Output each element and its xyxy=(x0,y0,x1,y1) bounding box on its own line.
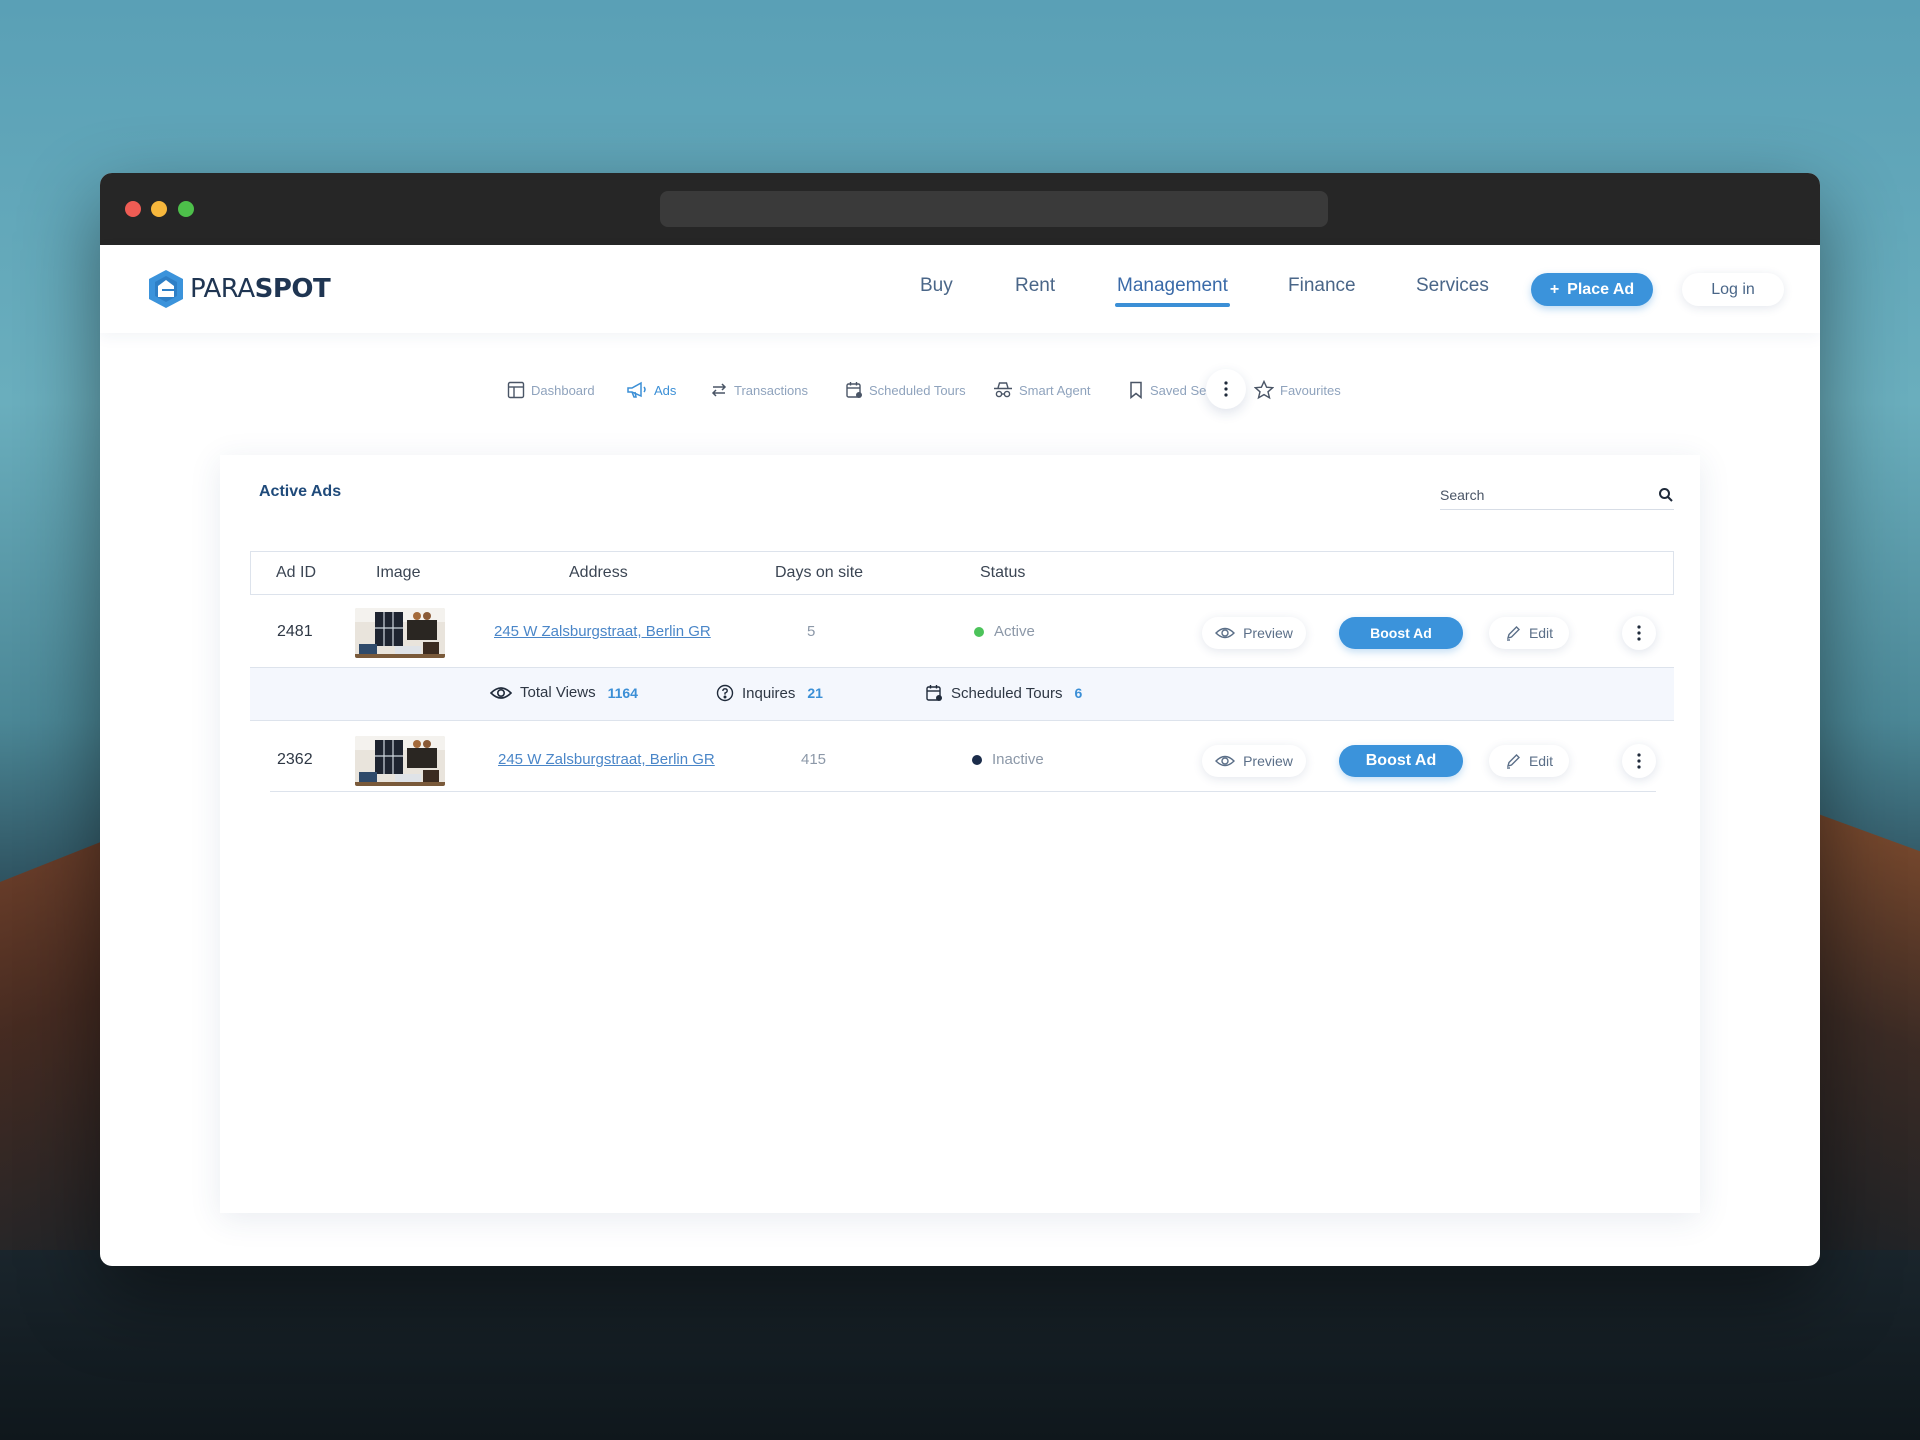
eye-icon xyxy=(1215,755,1236,767)
minimize-window-button[interactable] xyxy=(151,201,167,217)
subnav-smart-agent-label: Smart Agent xyxy=(1019,382,1091,398)
subnav-ads-label: Ads xyxy=(654,382,677,398)
edit-button[interactable]: Edit xyxy=(1489,745,1569,777)
total-views-stat: Total Views 1164 xyxy=(490,684,638,701)
header-ad-id: Ad ID xyxy=(276,564,317,581)
subnav-favourites[interactable]: Favourites xyxy=(1254,378,1341,402)
subnav-transactions-label: Transactions xyxy=(734,382,808,398)
nav-services[interactable]: Services xyxy=(1416,275,1489,297)
bookmark-icon xyxy=(1130,381,1142,399)
dashboard-icon xyxy=(507,381,525,399)
preview-button[interactable]: Preview xyxy=(1202,745,1306,777)
close-window-button[interactable] xyxy=(125,201,141,217)
preview-label: Preview xyxy=(1243,625,1293,641)
nav-management[interactable]: Management xyxy=(1115,275,1230,307)
calendar-check-icon xyxy=(846,382,862,398)
edit-button[interactable]: Edit xyxy=(1489,617,1569,649)
nav-buy[interactable]: Buy xyxy=(920,275,953,297)
place-ad-button[interactable]: + Place Ad xyxy=(1531,273,1653,306)
status-label: Inactive xyxy=(992,751,1044,768)
pencil-icon xyxy=(1506,626,1520,641)
inquires-label: Inquires xyxy=(742,684,796,702)
header-image: Image xyxy=(376,564,421,581)
status-dot-active xyxy=(974,626,984,637)
kebab-menu-icon xyxy=(1637,753,1641,769)
subnav-smart-agent[interactable]: Smart Agent xyxy=(993,378,1091,402)
megaphone-icon xyxy=(627,381,646,398)
calendar-check-icon xyxy=(926,685,942,701)
card-title: Active Ads xyxy=(259,483,342,500)
active-ads-card: Active Ads Ad ID Image Address Days on s… xyxy=(220,455,1700,1213)
spy-agent-icon xyxy=(994,382,1012,398)
subnav-transactions[interactable]: Transactions xyxy=(710,378,808,402)
status-badge: Inactive xyxy=(972,751,1044,768)
subnav-dashboard-label: Dashboard xyxy=(531,382,595,398)
scheduled-tours-value: 6 xyxy=(1074,685,1083,701)
browser-window: PARASPOT Buy Rent Management Finance Ser… xyxy=(100,173,1820,1266)
search-input[interactable] xyxy=(1440,483,1640,503)
edit-label: Edit xyxy=(1528,625,1554,641)
brand-name: PARASPOT xyxy=(190,274,331,304)
eye-icon xyxy=(1215,627,1236,639)
search-box xyxy=(1440,483,1674,510)
maximize-window-button[interactable] xyxy=(178,201,194,217)
subnav-dashboard[interactable]: Dashboard xyxy=(507,378,595,402)
scheduled-tours-label: Scheduled Tours xyxy=(951,684,1063,702)
nav-finance[interactable]: Finance xyxy=(1288,275,1356,297)
property-thumbnail[interactable] xyxy=(355,736,445,786)
status-label: Active xyxy=(994,623,1035,640)
kebab-menu-icon xyxy=(1637,625,1641,641)
boost-ad-button[interactable]: Boost Ad xyxy=(1339,745,1463,777)
kebab-menu-icon xyxy=(1224,381,1228,397)
login-button[interactable]: Log in xyxy=(1682,273,1784,306)
pencil-icon xyxy=(1506,754,1520,769)
place-ad-label: Place Ad xyxy=(1567,280,1635,298)
address-link[interactable]: 245 W Zalsburgstraat, Berlin GR xyxy=(494,623,711,640)
property-thumbnail[interactable] xyxy=(355,608,445,658)
boost-ad-button[interactable]: Boost Ad xyxy=(1339,617,1463,649)
subnav-scheduled-tours-label: Scheduled Tours xyxy=(869,382,966,398)
inquires-value: 21 xyxy=(807,685,823,701)
total-views-value: 1164 xyxy=(607,684,638,701)
transfer-arrows-icon xyxy=(711,383,727,397)
window-titlebar xyxy=(100,173,1820,245)
header-status: Status xyxy=(980,564,1026,581)
subnav-favourites-label: Favourites xyxy=(1280,382,1341,398)
total-views-label: Total Views xyxy=(520,684,596,701)
brand-logo[interactable]: PARASPOT xyxy=(148,269,331,309)
plus-icon: + xyxy=(1549,280,1560,298)
header-address: Address xyxy=(569,564,628,581)
table-header: Ad ID Image Address Days on site Status xyxy=(250,551,1674,595)
preview-label: Preview xyxy=(1243,753,1293,769)
star-icon xyxy=(1254,380,1274,400)
status-badge: Active xyxy=(974,623,1035,640)
search-icon[interactable] xyxy=(1658,487,1674,503)
row-more-button[interactable] xyxy=(1622,616,1656,650)
table-row: 2362 245 W Zalsburgstraat, Berlin GR 415… xyxy=(250,729,1674,793)
question-circle-icon xyxy=(716,684,734,702)
subnav-more-button[interactable] xyxy=(1206,369,1246,409)
ad-id: 2481 xyxy=(277,623,313,640)
address-bar[interactable] xyxy=(660,191,1328,227)
days-on-site: 5 xyxy=(807,623,816,640)
nav-rent[interactable]: Rent xyxy=(1015,275,1055,297)
ad-id: 2362 xyxy=(277,751,313,768)
status-dot-inactive xyxy=(972,754,982,765)
ad-stats-row: Total Views 1164 Inquires 21 Scheduled T… xyxy=(250,667,1674,721)
background-ground xyxy=(0,1250,1920,1440)
subnav-scheduled-tours[interactable]: Scheduled Tours xyxy=(845,378,966,402)
row-divider xyxy=(270,791,1656,792)
address-link[interactable]: 245 W Zalsburgstraat, Berlin GR xyxy=(498,751,715,768)
edit-label: Edit xyxy=(1528,753,1554,769)
subnav-ads[interactable]: Ads xyxy=(626,378,676,402)
eye-icon xyxy=(490,686,512,699)
scheduled-tours-stat: Scheduled Tours 6 xyxy=(925,684,1082,702)
table-row: 2481 245 W Zalsburgstraat, Berlin GR 5 A… xyxy=(250,601,1674,665)
preview-button[interactable]: Preview xyxy=(1202,617,1306,649)
days-on-site: 415 xyxy=(801,751,827,768)
inquires-stat: Inquires 21 xyxy=(716,684,823,702)
row-more-button[interactable] xyxy=(1622,744,1656,778)
header-days-on-site: Days on site xyxy=(775,564,864,581)
house-logo-icon xyxy=(149,270,183,308)
